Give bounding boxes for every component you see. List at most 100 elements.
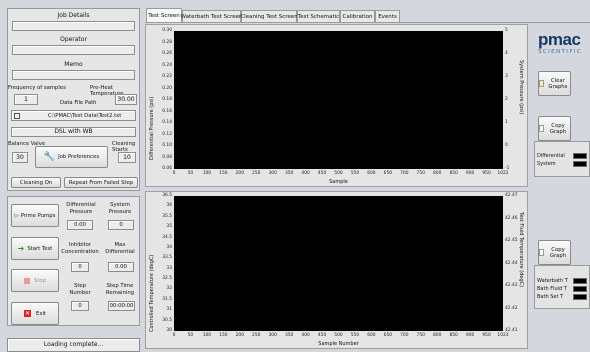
legend-bottom: Waterbath T Bath Fluid T Bath Set T: [534, 265, 590, 309]
bottom-chart-y2-ticks: 42.47 42.46 42.45 42.44 42.43 42.42 42.41: [503, 192, 521, 350]
tab-test-screen[interactable]: Test Screen: [146, 8, 182, 22]
status-bar: Loading complete...: [7, 338, 140, 352]
diff-pressure-value: 0.00: [67, 220, 93, 230]
bottom-chart-y2-tick: 42.42: [505, 305, 518, 311]
cleaning-starts-input[interactable]: 10: [118, 152, 136, 163]
top-chart-x-tick: 300: [268, 171, 277, 176]
bottom-chart-x-tick: 200: [235, 333, 244, 338]
bottom-chart-y-tick: 36: [166, 203, 172, 209]
inhibitor-label: Inhibitor Concentration: [61, 242, 99, 255]
memo-field[interactable]: [12, 70, 135, 80]
legend-swatch: [573, 161, 587, 167]
top-chart-y-tick: 0.20: [162, 85, 172, 91]
data-file-path-field[interactable]: C:\PMAC\Test Data\Test2.txt: [11, 110, 136, 121]
bottom-chart-x-tick: 150: [219, 333, 228, 338]
diff-pressure-label: Differential Pressure: [66, 202, 96, 215]
bottom-chart-y-tick: 34.5: [162, 234, 172, 240]
bottom-chart-x-tick: 350: [284, 333, 294, 338]
bottom-chart-x-tick: 700: [400, 333, 409, 338]
legend-item-system[interactable]: System: [535, 161, 589, 167]
clear-graphs-button[interactable]: Clear Graphs: [538, 71, 571, 96]
arrow-right-icon: ➔: [17, 244, 25, 253]
bottom-chart-x-tick: 300: [268, 333, 277, 338]
top-chart-y2-ticks: 5 4 3 2 1 0 -1: [503, 25, 519, 188]
bottom-chart-y2-tick: 42.45: [505, 238, 518, 243]
top-chart-y-tick: 0.10: [162, 143, 172, 148]
step-time-value: 00:00:00: [108, 301, 135, 311]
bottom-chart-x-tick: 850: [449, 333, 458, 338]
legend-item-waterbath[interactable]: Waterbath T: [535, 278, 589, 284]
tab-events[interactable]: Events: [375, 10, 400, 22]
max-diff-label: Max Differential: [105, 242, 135, 255]
top-chart-y-tick: 0.08: [162, 154, 172, 160]
bottom-chart-y2-tick: 42.43: [505, 283, 518, 288]
bottom-chart-x-tick: 450: [317, 333, 327, 338]
wrench-icon: 🔧: [43, 152, 56, 162]
bottom-chart-y-tick: 35: [166, 224, 172, 230]
top-chart-x-tick: 200: [235, 171, 244, 176]
top-chart-y-tick: 0.30: [162, 28, 172, 33]
prime-pumps-button[interactable]: ▷ Prime Pumps: [11, 204, 59, 227]
tab-cleaning-test-screen[interactable]: Cleaning Test Screen: [240, 10, 298, 22]
top-chart-plot-area[interactable]: [174, 31, 503, 169]
data-file-path-value: C:\PMAC\Test Data\Test2.txt: [48, 112, 122, 119]
legend-item-bath-fluid[interactable]: Bath Fluid T: [535, 286, 589, 292]
control-panel: ▷ Prime Pumps ➔ Start Test Stop ✕ Exit Diff…: [7, 196, 140, 326]
bottom-chart-x-tick: 0: [172, 333, 176, 338]
top-chart-y2-tick: 3: [505, 74, 508, 79]
tab-calibration[interactable]: Calibration: [340, 10, 375, 22]
bottom-chart-y-tick: 32.5: [162, 276, 172, 282]
top-chart-x-tick: 800: [432, 171, 442, 176]
folder-icon[interactable]: [14, 112, 20, 119]
stop-button[interactable]: Stop: [11, 269, 59, 292]
bottom-chart-y-ticks: 36.5 36 35.5 35 34.5 34 33.5 33 32.5 32 31.5 31 30.5…: [146, 192, 174, 350]
top-chart-y2-tick: 2: [505, 97, 508, 102]
copy-graph-button-top[interactable]: Copy Graph: [538, 116, 571, 141]
balance-valve-input[interactable]: 30: [12, 152, 28, 163]
bottom-chart-x-tick: 100: [202, 333, 212, 338]
bottom-chart-y-tick: 31.5: [162, 296, 172, 302]
legend-swatch: [573, 278, 587, 284]
cleaning-on-button[interactable]: Cleaning On: [11, 177, 61, 188]
legend-item-differential[interactable]: Differential: [535, 153, 589, 159]
job-preferences-button[interactable]: 🔧 Job Preferences: [35, 146, 108, 168]
bottom-chart-plot-area[interactable]: [174, 196, 503, 331]
legend-top: Differential System: [534, 141, 590, 177]
repeat-failed-step-button[interactable]: Repeat From Failed Step: [64, 177, 138, 188]
top-chart-x-tick: 700: [400, 171, 409, 176]
legend-item-bath-set[interactable]: Bath Set T: [535, 294, 589, 300]
copy-graph-button-bottom[interactable]: Copy Graph: [538, 240, 571, 265]
top-chart-xlabel: Sample: [329, 179, 348, 185]
mode-selector[interactable]: DSL with WB: [11, 127, 136, 137]
tab-waterbath-test-screen[interactable]: Waterbath Test Screen: [181, 10, 243, 22]
max-diff-value: 0.00: [108, 262, 134, 272]
bottom-chart-y2-tick: 42.46: [505, 215, 518, 221]
legend-swatch: [573, 153, 587, 159]
top-chart-y-tick: 0.18: [162, 97, 172, 102]
top-chart-y-tick: 0.16: [162, 108, 172, 114]
top-chart-x-tick: 750: [416, 171, 425, 176]
preheat-input[interactable]: 30.00: [115, 94, 137, 105]
top-chart-x-tick: 600: [367, 171, 376, 176]
pmac-logo: pmac SCIENTIFIC: [538, 30, 583, 55]
bottom-chart-y-tick: 33: [166, 265, 172, 271]
exit-button[interactable]: ✕ Exit: [11, 302, 59, 325]
system-pressure-value: 0: [108, 220, 134, 230]
start-test-button[interactable]: ➔ Start Test: [11, 237, 59, 260]
tab-bar: Test Screen Waterbath Test Screen Cleani…: [0, 0, 590, 22]
top-chart-y2-tick: 0: [505, 143, 508, 148]
top-chart-x-tick: 250: [252, 171, 261, 176]
top-chart-x-tick: 500: [334, 171, 343, 176]
top-chart-y-tick: 0.14: [162, 120, 172, 125]
top-chart-y-tick: 0.22: [162, 74, 172, 79]
frequency-input[interactable]: 1: [14, 94, 38, 105]
operator-field[interactable]: [12, 45, 135, 55]
bottom-chart-y2-tick: 42.47: [505, 193, 518, 198]
right-panel: pmac SCIENTIFIC Clear Graphs Copy Graph …: [534, 24, 590, 352]
top-chart-x-tick: 650: [383, 171, 393, 176]
legend-swatch: [573, 294, 587, 300]
tab-test-schematic[interactable]: Test Schematic: [297, 10, 340, 22]
job-details-field[interactable]: [12, 21, 135, 31]
top-chart-x-tick: 150: [219, 171, 228, 176]
inhibitor-value: 0: [71, 262, 89, 272]
